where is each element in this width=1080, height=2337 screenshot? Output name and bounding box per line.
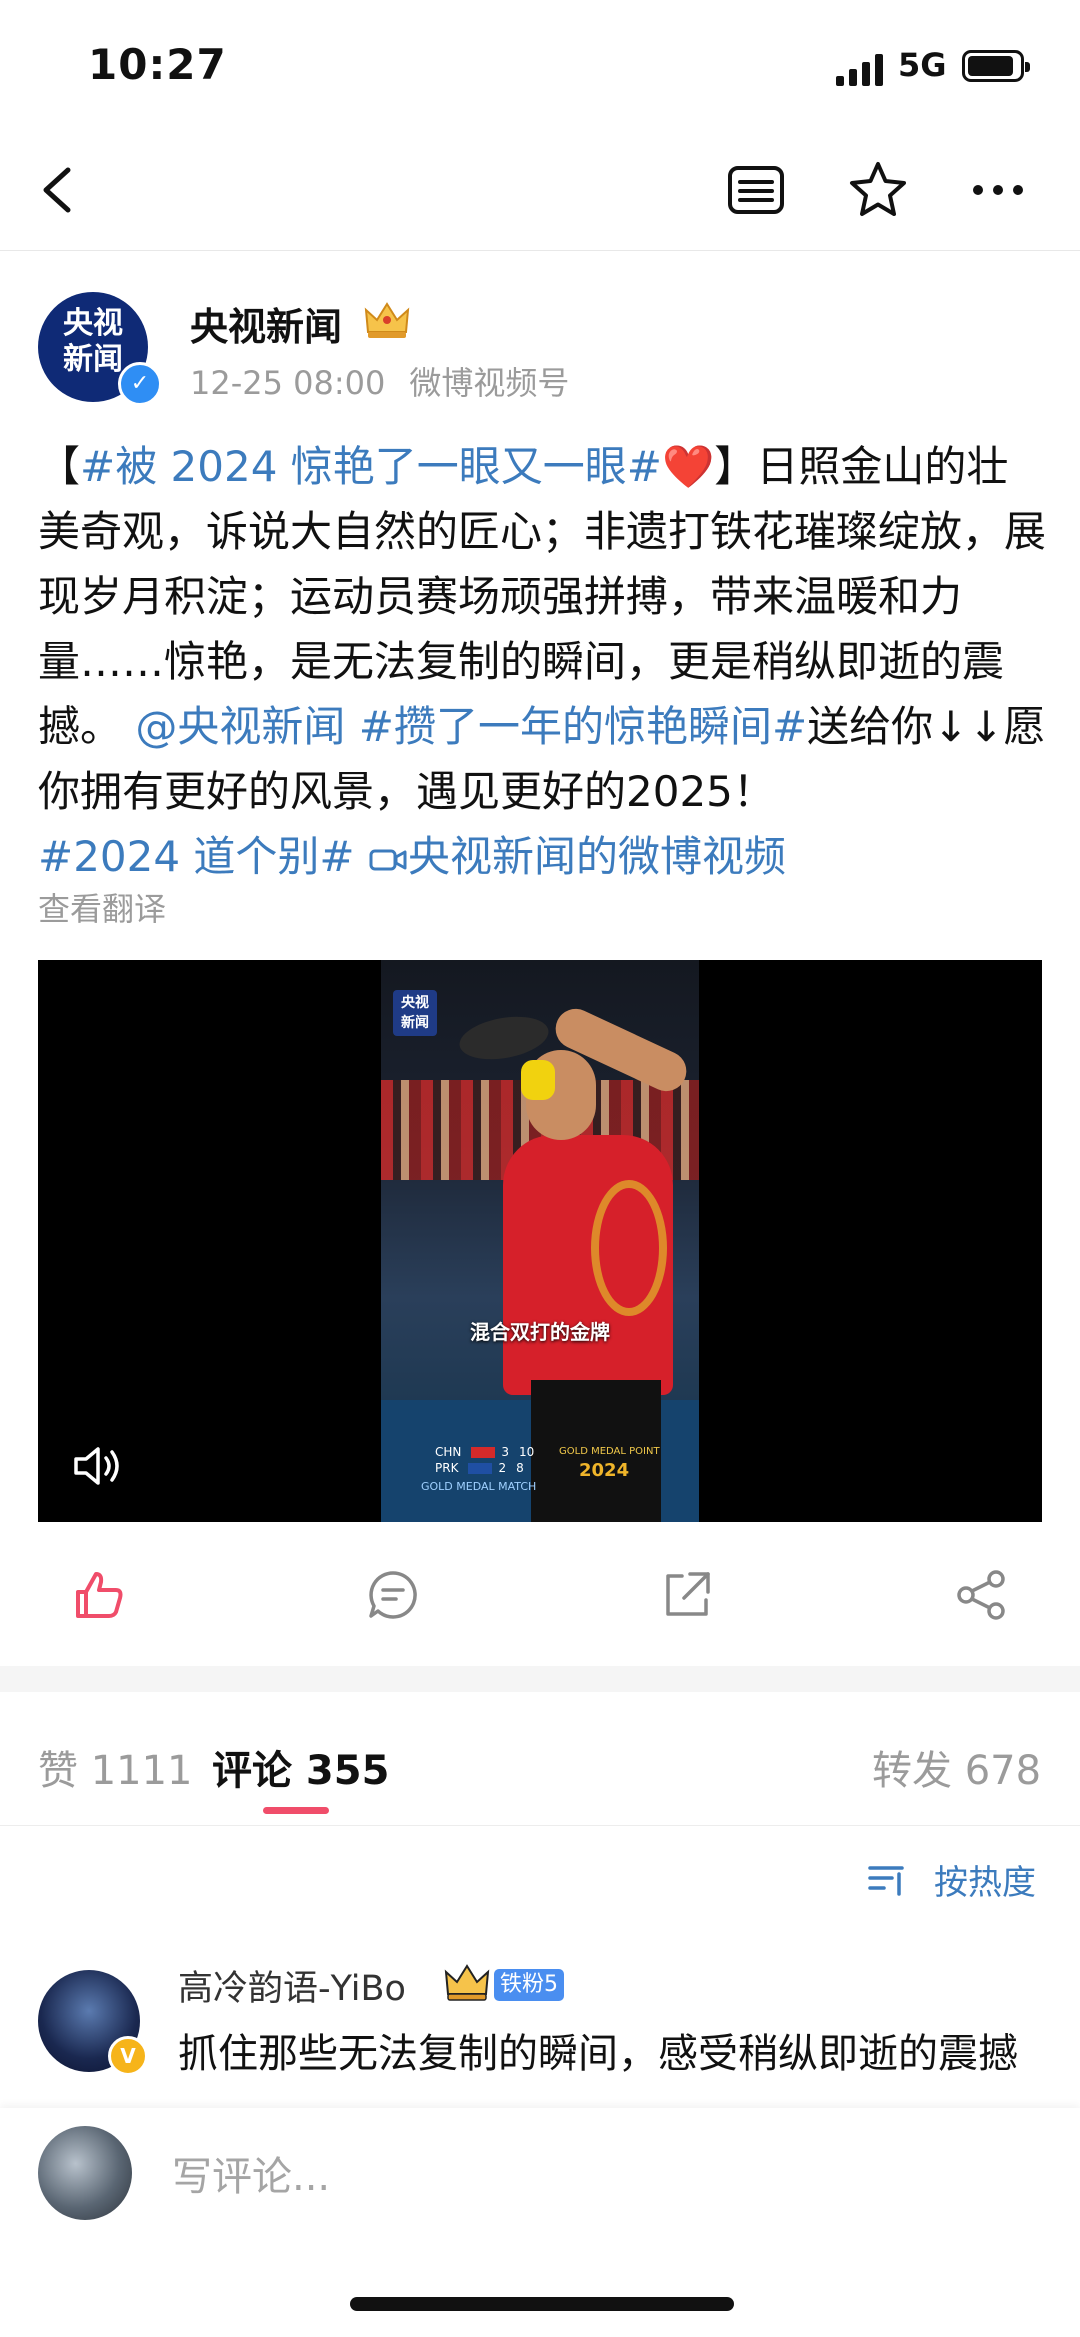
my-avatar (38, 2126, 132, 2220)
hashtag-link[interactable]: 【#被 2024 惊艳了一眼又一眼# (38, 442, 662, 491)
fan-level-badge: 铁粉5 (494, 1969, 564, 2001)
comment-input[interactable]: 写评论... (172, 2144, 872, 2202)
like-icon[interactable] (72, 1568, 126, 1622)
post-text: 【#被 2024 惊艳了一眼又一眼#❤️】日照金山的壮美奇观，诉说大自然的匠心；… (38, 442, 1047, 881)
sort-icon[interactable] (868, 1858, 908, 1898)
section-separator (0, 1666, 1080, 1692)
video-link[interactable]: 央视新闻的微博视频 (368, 832, 786, 881)
tabs-divider (0, 1825, 1080, 1826)
crown-badge-icon (364, 302, 410, 338)
video-frame: 央视 新闻 混合双打的金牌 CHN 3 10 PRK 2 8 GOLD MEDAL POI… (381, 960, 699, 1522)
tab-comments[interactable]: 评论 355 (212, 1738, 389, 1796)
volume-icon[interactable] (70, 1444, 122, 1488)
heart-emoji: ❤️ (662, 442, 715, 491)
network-label: 5G (898, 46, 947, 84)
hashtag-link-2[interactable]: #攒了一年的惊艳瞬间# (359, 702, 807, 751)
sort-by-hot[interactable]: 按热度 (934, 1855, 1036, 1904)
cctv-logo: 央视 新闻 (393, 990, 437, 1036)
home-indicator (350, 2297, 734, 2311)
tab-reposts[interactable]: 转发 678 (872, 1738, 1041, 1796)
post-source: 微博视频号 (409, 364, 570, 402)
signal-icon (836, 52, 886, 86)
active-tab-indicator (263, 1807, 329, 1814)
author-meta: 12-25 08:00 微博视频号 (190, 358, 593, 404)
gold-match-label: GOLD MEDAL MATCH (421, 1480, 537, 1493)
translate-link[interactable]: 查看翻译 (38, 884, 166, 930)
battery-icon (962, 50, 1030, 82)
fan-crown-icon (444, 1964, 490, 2001)
comment-icon[interactable] (366, 1568, 420, 1622)
reader-mode-icon[interactable] (724, 158, 788, 222)
scoreboard: CHN 3 10 PRK 2 8 (435, 1445, 535, 1475)
verified-badge-icon: V (108, 2036, 148, 2076)
status-time: 10:27 (88, 40, 227, 89)
gold-point-label: GOLD MEDAL POINT (559, 1446, 660, 1457)
comment-text: 抓住那些无法复制的瞬间，感受稍纵即逝的震撼 (178, 2031, 1018, 2077)
tab-likes[interactable]: 赞 1111 (38, 1738, 193, 1796)
back-icon[interactable] (30, 160, 90, 220)
author-name[interactable]: 央视新闻 (190, 296, 342, 351)
olympic-year: 2024 (579, 1460, 630, 1481)
verified-badge-icon: ✓ (118, 362, 162, 406)
video-camera-icon (369, 849, 407, 871)
video-caption: 混合双打的金牌 (470, 1320, 610, 1344)
share-icon[interactable] (954, 1568, 1008, 1622)
nav-divider (0, 250, 1080, 251)
favorite-star-icon[interactable] (846, 158, 910, 222)
mention-link[interactable]: @央视新闻 (135, 702, 345, 751)
commenter-name[interactable]: 高冷韵语-YiBo (178, 1960, 406, 2011)
more-options-icon[interactable] (966, 158, 1030, 222)
hashtag-link-3[interactable]: #2024 道个别# (38, 832, 355, 881)
post-time: 12-25 08:00 (190, 364, 386, 402)
video-player[interactable]: 央视 新闻 混合双打的金牌 CHN 3 10 PRK 2 8 GOLD MEDAL POI… (38, 960, 1042, 1522)
repost-icon[interactable] (660, 1568, 714, 1622)
